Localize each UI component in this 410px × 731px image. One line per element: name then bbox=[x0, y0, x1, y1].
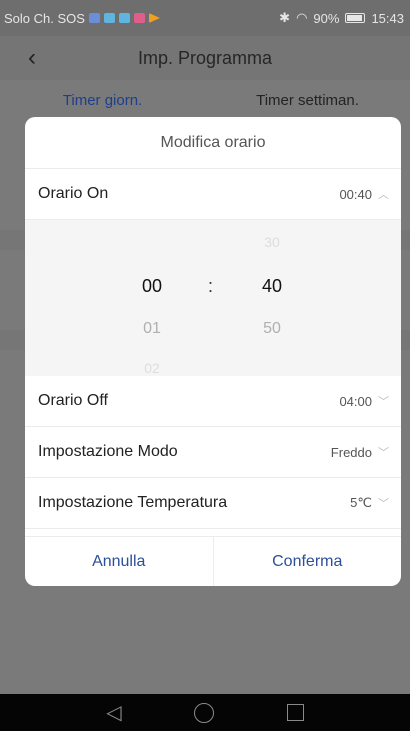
chevron-down-icon: ﹀ bbox=[378, 498, 389, 510]
orario-off-value: 04:00 bbox=[339, 393, 372, 409]
system-nav-bar: ◁ bbox=[0, 694, 410, 731]
cancel-button[interactable]: Annulla bbox=[25, 537, 213, 586]
hour-option[interactable]: 02 bbox=[132, 360, 172, 376]
bluetooth-icon: ✱ bbox=[279, 10, 291, 25]
impostazione-modo-row[interactable]: Impostazione Modo Freddo ﹀ bbox=[25, 427, 401, 478]
play-store-icon bbox=[148, 13, 160, 23]
tab-timer-giornaliero[interactable]: Timer giorn. bbox=[0, 80, 205, 120]
hour-selected[interactable]: 00 bbox=[132, 276, 172, 297]
recents-square-icon[interactable] bbox=[286, 704, 304, 721]
edit-time-dialog: Modifica orario Orario On 00:40 ︿ 30 00 … bbox=[25, 117, 401, 586]
temperatura-value: 5℃ bbox=[350, 495, 372, 510]
dialog-title: Modifica orario bbox=[25, 117, 401, 169]
minute-selected[interactable]: 40 bbox=[252, 276, 292, 297]
home-circle-icon[interactable] bbox=[194, 702, 215, 723]
chevron-down-icon: ﹀ bbox=[378, 447, 389, 459]
chevron-down-icon: ﹀ bbox=[378, 396, 389, 408]
app-bar: ‹ Imp. Programma bbox=[0, 36, 410, 80]
time-separator: : bbox=[208, 276, 214, 296]
notification-icon bbox=[88, 13, 100, 23]
notification-icon bbox=[118, 13, 130, 23]
hour-option[interactable]: 01 bbox=[132, 320, 172, 338]
page-title: Imp. Programma bbox=[137, 47, 273, 68]
orario-on-row[interactable]: Orario On 00:40 ︿ bbox=[25, 169, 401, 220]
time-picker[interactable]: 30 00 : 40 01 50 02 bbox=[25, 220, 401, 376]
mail-icon bbox=[133, 13, 145, 23]
clock: 15:43 bbox=[371, 10, 404, 26]
modo-value: Freddo bbox=[330, 444, 372, 460]
dialog-actions: Annulla Conferma bbox=[25, 536, 401, 586]
tab-bar: Timer giorn. Timer settiman. bbox=[0, 80, 410, 120]
minute-option[interactable]: 50 bbox=[252, 320, 292, 338]
back-triangle-icon[interactable]: ◁ bbox=[106, 703, 121, 723]
chevron-up-icon: ︿ bbox=[378, 189, 389, 201]
notification-icon bbox=[103, 13, 115, 23]
tab-timer-settimanale[interactable]: Timer settiman. bbox=[205, 80, 410, 120]
orario-off-label: Orario Off bbox=[38, 392, 108, 409]
orario-off-row[interactable]: Orario Off 04:00 ﹀ bbox=[25, 376, 401, 427]
battery-icon bbox=[345, 13, 366, 23]
battery-percent: 90% bbox=[313, 10, 340, 26]
impostazione-temperatura-row[interactable]: Impostazione Temperatura 5℃ ﹀ bbox=[25, 478, 401, 529]
orario-on-label: Orario On bbox=[38, 185, 109, 202]
confirm-button[interactable]: Conferma bbox=[212, 537, 402, 586]
orario-on-value: 00:40 bbox=[339, 186, 372, 202]
minute-option[interactable]: 30 bbox=[252, 234, 292, 250]
modo-label: Impostazione Modo bbox=[38, 443, 178, 460]
temperatura-label: Impostazione Temperatura bbox=[38, 494, 228, 511]
status-bar: Solo Ch. SOS ✱ ◠ 90% 15:43 bbox=[0, 0, 410, 36]
carrier-label: Solo Ch. SOS bbox=[4, 10, 85, 26]
wifi-icon: ◠ bbox=[296, 10, 308, 25]
chevron-left-icon[interactable]: ‹ bbox=[28, 44, 36, 72]
